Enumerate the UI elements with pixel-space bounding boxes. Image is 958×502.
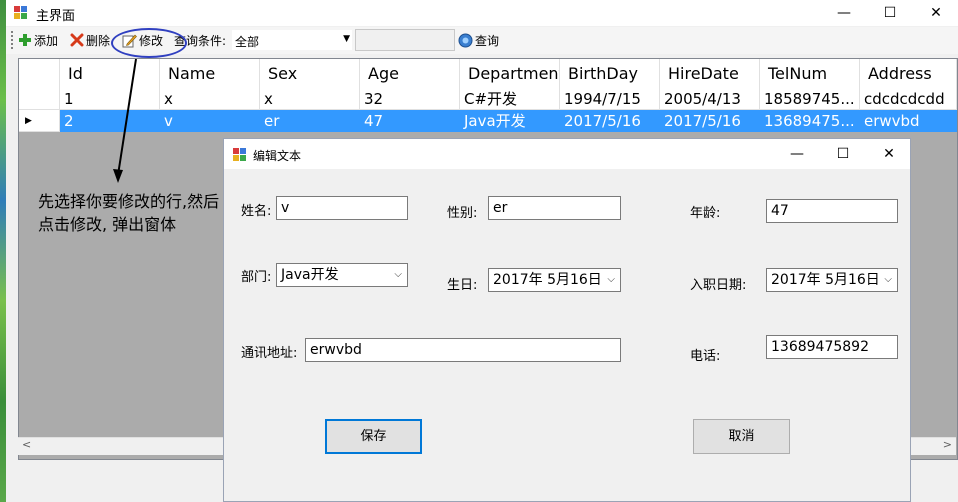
scroll-right-icon[interactable]: > (943, 438, 952, 451)
column-header-telnum[interactable]: TelNum (760, 59, 860, 88)
table-cell[interactable]: x (260, 88, 360, 110)
address-label: 通讯地址: (241, 346, 298, 361)
toolbar-grip[interactable] (11, 31, 13, 49)
save-button[interactable]: 保存 (325, 419, 422, 454)
delete-button[interactable]: 删除 (70, 31, 110, 49)
add-button[interactable]: 添加 (18, 31, 58, 49)
column-header-age[interactable]: Age (360, 59, 460, 88)
main-window-title: 主界面 (36, 9, 76, 24)
delete-button-label: 删除 (86, 33, 111, 48)
birthday-date-picker[interactable]: 2017年 5月16日 ⌵ (488, 268, 621, 292)
plus-icon (19, 34, 31, 46)
annotation-text: 先选择你要修改的行,然后点击修改, 弹出窗体 (38, 192, 220, 234)
table-cell[interactable]: 2017/5/16 (660, 110, 760, 132)
table-cell[interactable]: erwvbd (860, 110, 957, 132)
close-icon: ✕ (930, 5, 942, 21)
annotation-ellipse (111, 28, 187, 58)
dialog-maximize-button[interactable]: ☐ (820, 141, 866, 167)
table-cell[interactable]: 13689475... (760, 110, 860, 132)
maximize-icon: ☐ (883, 5, 897, 21)
delete-x-icon (70, 33, 84, 47)
main-title-bar[interactable]: 主界面 — ☐ ✕ (6, 0, 958, 26)
filter-condition-select[interactable]: 全部 ▼ (232, 30, 352, 50)
dialog-app-icon (233, 148, 246, 161)
sex-label: 性别: (447, 206, 478, 221)
table-cell[interactable]: 47 (360, 110, 460, 132)
hire-date-picker[interactable]: 2017年 5月16日 ⌵ (766, 268, 898, 292)
main-maximize-button[interactable]: ☐ (867, 0, 913, 26)
hire-date-label: 入职日期: (690, 278, 747, 293)
dialog-close-button[interactable]: ✕ (866, 141, 912, 167)
table-cell[interactable]: 32 (360, 88, 460, 110)
table-cell[interactable]: C#开发 (460, 88, 560, 110)
cancel-button[interactable]: 取消 (693, 419, 790, 454)
main-close-button[interactable]: ✕ (913, 0, 958, 26)
tel-field[interactable]: 13689475892 (766, 335, 898, 359)
scroll-left-icon[interactable]: < (22, 438, 31, 451)
column-header-hiredate[interactable]: HireDate (660, 59, 760, 88)
birthday-label: 生日: (447, 278, 478, 293)
chevron-down-icon: ▼ (343, 34, 350, 44)
table-cell[interactable]: 1994/7/15 (560, 88, 660, 110)
name-field[interactable]: v (276, 196, 408, 220)
search-input[interactable] (355, 29, 455, 51)
query-globe-icon (458, 33, 473, 47)
chevron-down-icon: ⌵ (607, 274, 615, 285)
department-select[interactable]: Java开发 ⌵ (276, 263, 408, 287)
column-header-department[interactable]: Department (460, 59, 560, 88)
add-button-label: 添加 (34, 33, 59, 48)
birthday-value: 2017年 5月16日 (493, 272, 602, 288)
column-header-birthday[interactable]: BirthDay (560, 59, 660, 88)
table-cell[interactable]: 18589745... (760, 88, 860, 110)
tel-label: 电话: (690, 349, 721, 364)
table-cell[interactable]: Java开发 (460, 110, 560, 132)
app-icon (14, 6, 27, 19)
department-label: 部门: (241, 270, 272, 285)
chevron-down-icon: ⌵ (884, 274, 892, 285)
table-cell[interactable]: 2005/4/13 (660, 88, 760, 110)
department-select-value: Java开发 (281, 267, 339, 283)
chevron-down-icon: ⌵ (394, 269, 402, 280)
minimize-icon: — (837, 5, 851, 21)
edit-dialog: 编辑文本 — ☐ ✕ 姓名: v 性别: er 年龄: 47 部门: Java开… (223, 138, 911, 502)
maximize-icon: ☐ (836, 146, 850, 162)
sex-field[interactable]: er (488, 196, 621, 220)
filter-condition-value: 全部 (235, 35, 260, 49)
column-header-address[interactable]: Address (860, 59, 957, 88)
column-header-sex[interactable]: Sex (260, 59, 360, 88)
age-label: 年龄: (690, 206, 721, 221)
query-button-label: 查询 (475, 33, 500, 48)
hire-date-value: 2017年 5月16日 (771, 272, 880, 288)
age-field[interactable]: 47 (766, 199, 898, 223)
dialog-title: 编辑文本 (253, 149, 302, 163)
query-button[interactable]: 查询 (458, 31, 499, 49)
dialog-minimize-button[interactable]: — (774, 141, 820, 167)
dialog-title-bar[interactable]: 编辑文本 — ☐ ✕ (224, 139, 910, 169)
name-label: 姓名: (241, 204, 272, 219)
minimize-icon: — (790, 146, 804, 162)
table-cell[interactable]: cdcdcdcdd (860, 88, 957, 110)
table-cell[interactable]: 2017/5/16 (560, 110, 660, 132)
table-cell[interactable]: er (260, 110, 360, 132)
close-icon: ✕ (883, 146, 895, 162)
main-minimize-button[interactable]: — (821, 0, 867, 26)
address-field[interactable]: erwvbd (305, 338, 621, 362)
